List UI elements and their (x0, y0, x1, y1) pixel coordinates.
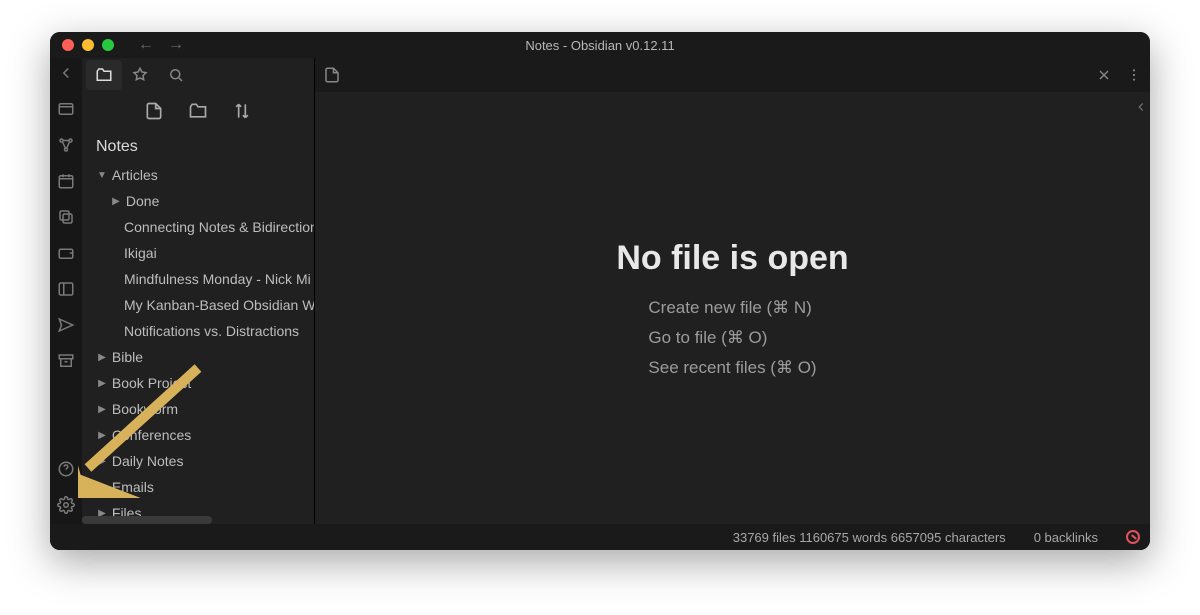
archive-icon[interactable] (57, 352, 75, 370)
folder-label: Bookworm (112, 401, 178, 417)
expand-right-sidebar-icon[interactable] (1132, 92, 1150, 122)
folder-done[interactable]: ▶ Done (82, 188, 314, 214)
quick-switcher-icon[interactable] (57, 100, 75, 118)
back-button[interactable]: ← (138, 36, 154, 54)
window-controls (62, 39, 114, 51)
search-tab[interactable] (158, 60, 194, 90)
status-counts: 33769 files 1160675 words 6657095 charac… (733, 530, 1006, 545)
folder-daily-notes[interactable]: ▶ Daily Notes (82, 448, 314, 474)
empty-state: No file is open Create new file (⌘ N) Go… (315, 92, 1150, 524)
file-explorer-sidebar: Notes ▼ Articles ▶ Done Connecting Notes… (82, 58, 314, 524)
chevron-right-icon: ▶ (96, 352, 108, 363)
chevron-right-icon: ▶ (96, 482, 108, 493)
new-folder-icon[interactable] (188, 101, 208, 121)
history-nav: ← → (138, 36, 184, 54)
vault-name: Notes (82, 130, 314, 162)
settings-icon[interactable] (57, 496, 75, 514)
folder-label: Articles (112, 167, 158, 183)
editor-pane: No file is open Create new file (⌘ N) Go… (314, 58, 1150, 524)
chevron-right-icon: ▶ (110, 196, 122, 207)
folder-book-project[interactable]: ▶ Book Project (82, 370, 314, 396)
note-label: Notifications vs. Distractions (124, 323, 299, 339)
note-label: Ikigai (124, 245, 157, 261)
more-options-icon[interactable] (1126, 67, 1142, 83)
folder-emails[interactable]: ▶ Emails (82, 474, 314, 500)
minimize-window-button[interactable] (82, 39, 94, 51)
chevron-down-icon: ▼ (96, 170, 108, 181)
note-item[interactable]: Connecting Notes & Bidirectional (82, 214, 314, 240)
folder-label: Emails (112, 479, 154, 495)
folder-label: Done (126, 193, 159, 209)
note-item[interactable]: My Kanban-Based Obsidian W (82, 292, 314, 318)
folder-label: Daily Notes (112, 453, 184, 469)
sync-status-icon[interactable] (1126, 530, 1140, 544)
status-backlinks: 0 backlinks (1034, 530, 1098, 545)
panel-icon[interactable] (57, 280, 75, 298)
sidebar-tabs (82, 58, 314, 92)
folder-conferences[interactable]: ▶ Conferences (82, 422, 314, 448)
go-to-file-action[interactable]: Go to file (⌘ O) (648, 328, 816, 348)
file-tree: ▼ Articles ▶ Done Connecting Notes & Bid… (82, 162, 314, 524)
maximize-window-button[interactable] (102, 39, 114, 51)
note-label: Mindfulness Monday - Nick Mi (124, 271, 311, 287)
see-recent-files-action[interactable]: See recent files (⌘ O) (648, 358, 816, 378)
explorer-actions (82, 92, 314, 130)
starred-tab[interactable] (122, 60, 158, 90)
chevron-right-icon: ▶ (96, 404, 108, 415)
note-item[interactable]: Mindfulness Monday - Nick Mi (82, 266, 314, 292)
help-icon[interactable] (57, 460, 75, 478)
file-icon (323, 66, 341, 84)
chevron-right-icon: ▶ (96, 378, 108, 389)
left-ribbon (50, 58, 82, 524)
note-item[interactable]: Ikigai (82, 240, 314, 266)
status-bar: 33769 files 1160675 words 6657095 charac… (50, 524, 1150, 550)
wallet-icon[interactable] (57, 244, 75, 262)
send-icon[interactable] (57, 316, 75, 334)
folder-bible[interactable]: ▶ Bible (82, 344, 314, 370)
folder-label: Bible (112, 349, 143, 365)
calendar-icon[interactable] (57, 172, 75, 190)
titlebar: ← → Notes - Obsidian v0.12.11 (50, 32, 1150, 58)
folder-bookworm[interactable]: ▶ Bookworm (82, 396, 314, 422)
graph-view-icon[interactable] (57, 136, 75, 154)
collapse-sidebar-icon[interactable] (57, 64, 75, 82)
new-note-icon[interactable] (144, 101, 164, 121)
create-new-file-action[interactable]: Create new file (⌘ N) (648, 298, 816, 318)
sort-icon[interactable] (232, 101, 252, 121)
note-item[interactable]: Notifications vs. Distractions (82, 318, 314, 344)
chevron-right-icon: ▶ (96, 456, 108, 467)
chevron-right-icon: ▶ (96, 430, 108, 441)
horizontal-scrollbar[interactable] (82, 516, 212, 524)
files-tab[interactable] (86, 60, 122, 90)
empty-title: No file is open (616, 239, 848, 278)
close-tab-icon[interactable] (1096, 67, 1112, 83)
folder-label: Conferences (112, 427, 191, 443)
close-window-button[interactable] (62, 39, 74, 51)
editor-tabbar (315, 58, 1150, 92)
window-title: Notes - Obsidian v0.12.11 (50, 38, 1150, 53)
note-label: Connecting Notes & Bidirectional (124, 219, 314, 235)
folder-articles[interactable]: ▼ Articles (82, 162, 314, 188)
copy-icon[interactable] (57, 208, 75, 226)
note-label: My Kanban-Based Obsidian W (124, 297, 314, 313)
folder-label: Book Project (112, 375, 191, 391)
forward-button[interactable]: → (168, 36, 184, 54)
app-window: ← → Notes - Obsidian v0.12.11 (50, 32, 1150, 550)
